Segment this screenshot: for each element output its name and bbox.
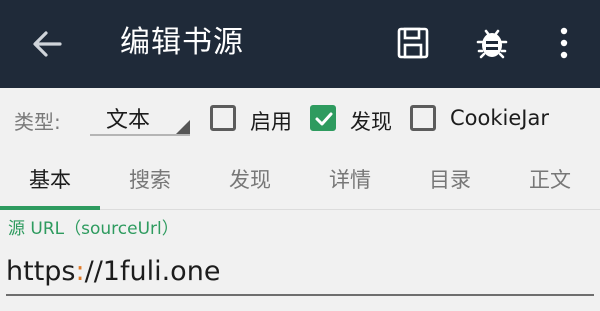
type-label: 类型:	[14, 110, 61, 134]
tab-indicator	[0, 206, 100, 210]
enable-checkbox-label: 启用	[250, 110, 292, 134]
cookiejar-checkbox[interactable]: CookieJar	[410, 101, 570, 135]
tab-label: 详情	[329, 168, 371, 192]
source-url-label: 源 URL（sourceUrl）	[8, 219, 179, 239]
options-bar: 类型: 文本 启用 发现 CookieJar	[0, 88, 600, 150]
checkbox-checked-icon	[310, 105, 336, 131]
source-url-value-colon: :	[75, 256, 85, 287]
tab-label: 基本	[29, 168, 71, 192]
tab-toc[interactable]: 目录	[400, 150, 500, 210]
tab-label: 搜索	[129, 168, 171, 192]
source-url-input[interactable]: https://1fuli.one	[6, 250, 594, 296]
save-icon[interactable]	[390, 20, 436, 66]
discover-checkbox[interactable]: 发现	[310, 101, 402, 135]
type-select-underline	[90, 134, 190, 136]
tab-label: 目录	[429, 168, 471, 192]
tab-label: 发现	[229, 168, 271, 192]
bug-icon[interactable]	[469, 20, 515, 66]
app-bar: 编辑书源	[0, 0, 600, 88]
page-title: 编辑书源	[120, 25, 244, 60]
type-select[interactable]: 文本	[90, 98, 190, 136]
input-underline	[6, 294, 594, 296]
checkbox-unchecked-icon	[210, 105, 236, 131]
checkbox-unchecked-icon	[410, 105, 436, 131]
cookiejar-checkbox-label: CookieJar	[450, 106, 549, 130]
tab-basic[interactable]: 基本	[0, 150, 100, 210]
back-arrow-icon[interactable]	[22, 22, 72, 66]
tab-detail[interactable]: 详情	[300, 150, 400, 210]
tab-discover[interactable]: 发现	[200, 150, 300, 210]
more-vert-icon[interactable]	[541, 20, 587, 66]
source-url-value-prefix: https	[6, 256, 76, 287]
discover-checkbox-label: 发现	[350, 110, 392, 134]
type-select-value: 文本	[106, 108, 151, 133]
dropdown-triangle-icon	[176, 120, 190, 134]
tab-content[interactable]: 正文	[500, 150, 600, 210]
source-url-value-suffix: //1fuli.one	[84, 256, 221, 287]
tab-search[interactable]: 搜索	[100, 150, 200, 210]
tab-bar: 基本 搜索 发现 详情 目录 正文	[0, 150, 600, 210]
tab-label: 正文	[529, 168, 571, 192]
enable-checkbox[interactable]: 启用	[210, 101, 300, 135]
